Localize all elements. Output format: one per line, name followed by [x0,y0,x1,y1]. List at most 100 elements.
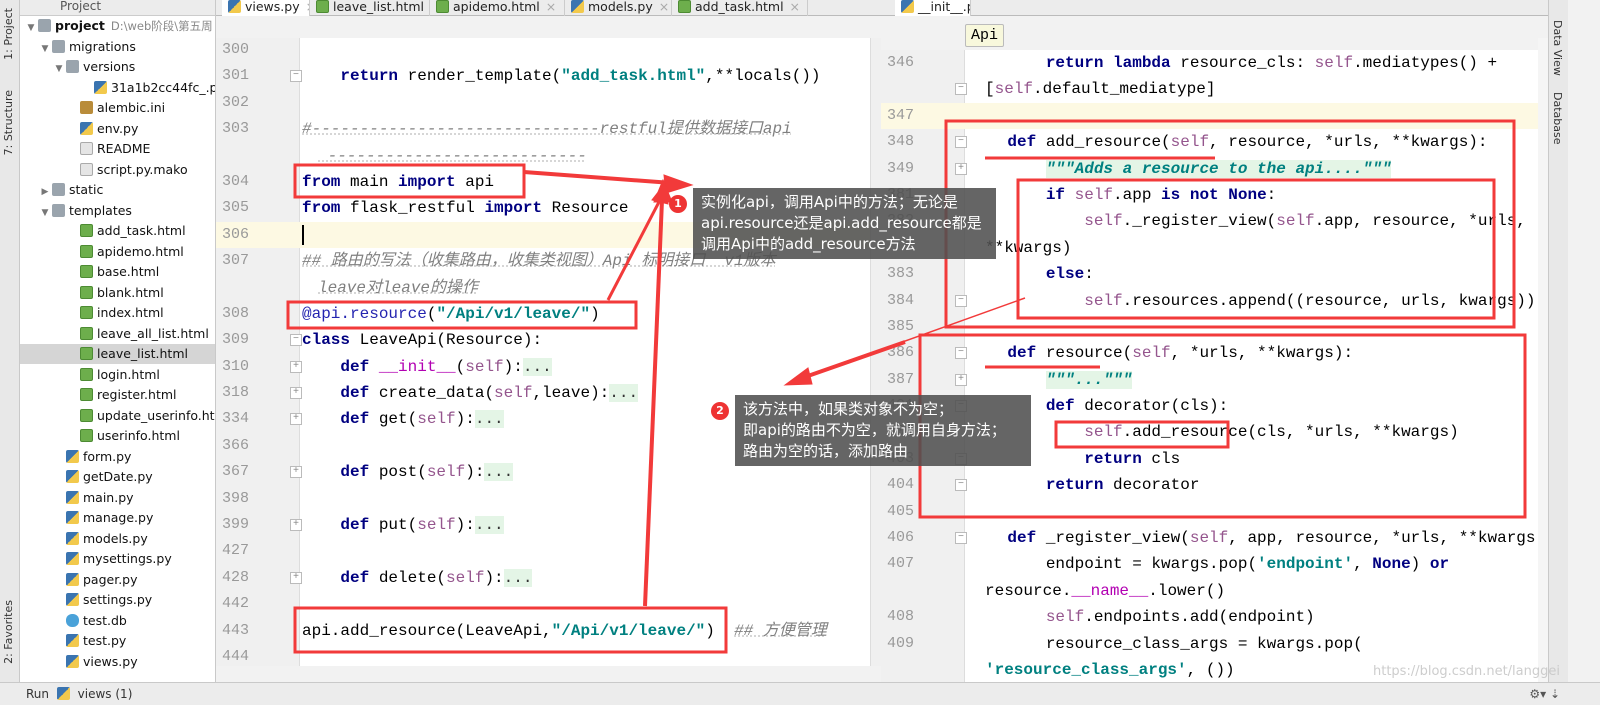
code-line[interactable]: 301 − return render_template("add_task.ht… [216,63,870,89]
tree-item[interactable]: pager.py [20,570,215,590]
tree-item[interactable]: test.py [20,631,215,651]
code-line[interactable]: 300 [216,38,870,63]
tree-item[interactable]: test.db [20,611,215,631]
code-line[interactable]: 405 [881,499,1538,525]
tree-item[interactable]: ▼ migrations [20,37,215,57]
code-line[interactable]: 407 endpoint = kwargs.pop('endpoint', No… [881,551,1538,577]
code-line[interactable]: 443 api.add_resource(LeaveApi,"/Api/v1/le… [216,618,870,644]
run-target[interactable]: views (1) [78,687,133,701]
code-line-wrap[interactable]: leave对leave的操作 [216,275,870,301]
left-scroll-markers[interactable] [870,38,881,666]
tree-item[interactable]: getDate.py [20,467,215,487]
tree-item[interactable]: alembic.ini [20,98,215,118]
code-line-wrap[interactable]: --------------------------- [216,143,870,169]
code-line[interactable]: 408 self.endpoints.add(endpoint) [881,604,1538,630]
tree-item[interactable]: mysettings.py [20,549,215,569]
tree-item[interactable]: leave_all_list.html [20,324,215,344]
tree-item[interactable]: update_userinfo.html [20,406,215,426]
tree-item[interactable]: userinfo.html [20,426,215,446]
code-line[interactable]: 428 + def delete(self):... [216,565,870,591]
fold-expand-icon[interactable]: + [290,571,302,584]
fold-collapse-icon[interactable]: − [955,136,967,149]
tree-item[interactable]: 31a1b2cc44fc_.py [20,78,215,98]
editor-tab[interactable]: leave_list.html× [310,0,430,16]
code-line[interactable]: 347 [881,102,1538,130]
code-line[interactable]: 427 [216,538,870,564]
project-panel-title[interactable]: Project [60,0,101,13]
editor-tab[interactable]: models.py × [565,0,672,16]
fold-collapse-icon[interactable]: − [290,70,302,83]
code-line[interactable]: 310 + def __init__(self):... [216,354,870,380]
fold-expand-icon[interactable]: + [290,360,302,373]
tree-item[interactable]: ▼ versions [20,57,215,79]
tree-item[interactable]: env.py [20,119,215,139]
tree-item[interactable]: README [20,139,215,159]
code-line[interactable]: 303 #------------------------------restfu… [216,116,870,142]
code-line[interactable]: 387 + """...""" [881,367,1538,393]
fold-expand-icon[interactable]: + [290,387,302,400]
right-code-editor[interactable]: 346 return lambda resource_cls: self.med… [881,50,1538,682]
close-tab-icon[interactable]: × [546,0,556,14]
code-line[interactable]: 348 − def add_resource(self, resource, *u… [881,129,1538,155]
code-line[interactable]: 302 [216,90,870,116]
expand-toggle-icon[interactable]: ▼ [24,18,38,38]
fold-collapse-icon[interactable]: − [955,294,967,307]
code-line[interactable]: 444 [216,644,870,666]
tree-item[interactable]: register.html [20,385,215,405]
tree-item[interactable]: views.py [20,652,215,672]
fold-collapse-icon[interactable]: − [955,532,967,545]
fold-collapse-icon[interactable]: − [290,334,302,347]
fold-collapse-icon[interactable]: − [955,83,967,96]
tree-item[interactable]: main.py [20,488,215,508]
expand-toggle-icon[interactable]: ▼ [38,203,52,223]
fold-expand-icon[interactable]: + [290,519,302,532]
database-tool-tab[interactable]: Database [1551,92,1564,145]
expand-toggle-icon[interactable]: ▼ [52,59,66,79]
code-line[interactable]: 309 − class LeaveApi(Resource): [216,327,870,353]
tree-item[interactable]: settings.py [20,590,215,610]
close-tab-icon[interactable]: × [659,0,669,14]
tree-item[interactable]: leave_list.html [20,344,215,364]
fold-expand-icon[interactable]: + [290,466,302,479]
code-line-wrap[interactable]: resource.__name__.lower() [881,578,1538,604]
project-tool-tab[interactable]: 1: Project [2,8,15,60]
run-tab[interactable]: Run [26,687,49,701]
tree-item[interactable]: models.py [20,529,215,549]
code-line[interactable]: 386 − def resource(self, *urls, **kwargs)… [881,340,1538,366]
code-line[interactable]: 404 − return decorator [881,472,1538,498]
left-code-editor[interactable]: 300 301 − return render_template("add_task… [216,38,870,666]
tree-item[interactable]: apidemo.html [20,242,215,262]
code-line[interactable]: 409 resource_class_args = kwargs.pop( [881,631,1538,657]
tree-item[interactable]: blank.html [20,283,215,303]
favorites-tool-tab[interactable]: 2: Favorites [2,600,15,664]
tree-item[interactable]: ▼ templates [20,201,215,223]
tree-item[interactable]: add_task.html [20,221,215,241]
tree-item[interactable]: script.py.mako [20,160,215,180]
editor-tab[interactable]: views.py× [222,0,310,16]
code-line[interactable]: 398 [216,486,870,512]
code-line[interactable]: 384 − self.resources.append((resource, ur… [881,288,1538,314]
code-line[interactable]: 406 − def _register_view(self, app, resou… [881,525,1538,551]
code-line[interactable]: 442 [216,591,870,617]
fold-collapse-icon[interactable]: − [955,347,967,360]
editor-tab[interactable]: __init__.py× [895,0,971,16]
fold-collapse-icon[interactable]: − [955,479,967,492]
code-line[interactable]: 349 + """Adds a resource to the api....""… [881,156,1538,182]
fold-expand-icon[interactable]: + [290,413,302,426]
data-view-tool-tab[interactable]: Data View [1551,20,1564,76]
tree-item[interactable]: form.py [20,447,215,467]
expand-toggle-icon[interactable]: ▶ [38,182,52,202]
code-line[interactable]: 346 return lambda resource_cls: self.med… [881,50,1538,76]
structure-tool-tab[interactable]: 7: Structure [2,90,15,155]
fold-expand-icon[interactable]: + [955,162,967,175]
code-line[interactable]: 399 + def put(self):... [216,512,870,538]
close-tab-icon[interactable]: × [790,0,800,14]
tree-item[interactable]: ▶ static [20,180,215,202]
code-line[interactable]: 383 else: [881,261,1538,287]
code-line-wrap[interactable]: − [self.default_mediatype] [881,76,1538,102]
tree-item[interactable]: login.html [20,365,215,385]
editor-tab[interactable]: apidemo.html × [430,0,565,16]
code-line[interactable]: 308 @api.resource("/Api/v1/leave/") [216,301,870,327]
tree-item[interactable]: manage.py [20,508,215,528]
code-line[interactable]: 385 [881,314,1538,340]
